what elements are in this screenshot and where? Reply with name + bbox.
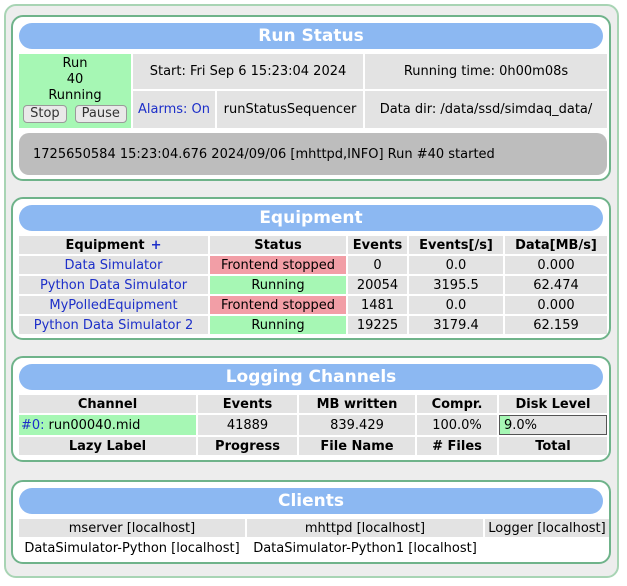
logging-title: Logging Channels: [19, 364, 603, 390]
equipment-header: Equipment +: [19, 236, 208, 254]
running-time: Running time: 0h00m08s: [365, 54, 607, 89]
equipment-data-rate: 62.159: [505, 316, 607, 334]
client-item: mserver [localhost]: [19, 519, 245, 537]
run-state-box: Run 40 Running Stop Pause: [19, 54, 131, 128]
equipment-rate: 0.0: [409, 256, 503, 274]
channel-mb-written: 839.429: [299, 415, 415, 435]
mb-written-header: MB written: [299, 395, 415, 413]
run-status-panel: Run Status Run 40 Running Stop Pause Sta…: [11, 15, 611, 181]
equipment-name[interactable]: Data Simulator: [19, 256, 208, 274]
run-state: Running: [48, 88, 102, 103]
equipment-status: Frontend stopped: [210, 296, 346, 314]
channel-file: run00040.mid: [48, 417, 141, 433]
equipment-panel: Equipment Equipment + Status Events Even…: [11, 197, 611, 340]
run-number: 40: [66, 72, 84, 87]
equipment-events: 20054: [348, 276, 407, 294]
equipment-data-rate: 0.000: [505, 256, 607, 274]
logging-panel: Logging Channels Channel Events MB writt…: [11, 356, 611, 462]
disk-level-header: Disk Level: [499, 395, 607, 413]
equipment-status: Running: [210, 316, 346, 334]
lazy-total-header: Total: [499, 437, 607, 455]
client-item: mhttpd [localhost]: [247, 519, 483, 537]
lazy-progress-header: Progress: [198, 437, 297, 455]
equipment-status: Running: [210, 276, 346, 294]
equipment-name[interactable]: Python Data Simulator: [19, 276, 208, 294]
equipment-name[interactable]: Python Data Simulator 2: [19, 316, 208, 334]
equipment-title: Equipment: [19, 205, 603, 231]
clients-title: Clients: [19, 488, 603, 514]
disk-level-bar: 9.0%: [499, 415, 607, 435]
equipment-events: 19225: [348, 316, 407, 334]
lazy-label-header: Lazy Label: [19, 437, 196, 455]
equipment-rate: 0.0: [409, 296, 503, 314]
clients-panel: Clients mserver [localhost] mhttpd [loca…: [11, 480, 611, 564]
compression-header: Compr.: [417, 395, 497, 413]
equipment-events: 0: [348, 256, 407, 274]
channel-compression: 100.0%: [417, 415, 497, 435]
data-dir: Data dir: /data/ssd/simdaq_data/: [365, 91, 607, 128]
equipment-data-rate: 0.000: [505, 296, 607, 314]
events-header: Events: [348, 236, 407, 254]
client-item: DataSimulator-Python [localhost]: [24, 540, 240, 556]
channel-events: 41889: [198, 415, 297, 435]
lazy-files-header: # Files: [417, 437, 497, 455]
client-item: Logger [localhost]: [485, 519, 609, 537]
status-header: Status: [210, 236, 346, 254]
rate-header: Events[/s]: [409, 236, 503, 254]
run-sequencer: runStatusSequencer: [217, 91, 363, 128]
disk-level-value: 9.0%: [504, 417, 538, 433]
stop-button[interactable]: Stop: [23, 105, 67, 123]
message-bar[interactable]: 1725650584 15:23:04.676 2024/09/06 [mhtt…: [19, 133, 607, 175]
run-status-title: Run Status: [19, 23, 603, 49]
equipment-events: 1481: [348, 296, 407, 314]
client-item: DataSimulator-Python1 [localhost]: [253, 540, 477, 556]
equipment-status: Frontend stopped: [210, 256, 346, 274]
start-time: Start: Fri Sep 6 15:23:04 2024: [133, 54, 363, 89]
pause-button[interactable]: Pause: [74, 105, 127, 123]
channel-cell: #0: run00040.mid: [19, 415, 196, 435]
add-equipment-button[interactable]: +: [151, 238, 162, 253]
equipment-data-rate: 62.474: [505, 276, 607, 294]
run-label: Run: [62, 56, 88, 71]
equipment-rate: 3179.4: [409, 316, 503, 334]
channel-link[interactable]: #0:: [21, 418, 45, 433]
equipment-rate: 3195.5: [409, 276, 503, 294]
equipment-name[interactable]: MyPolledEquipment: [19, 296, 208, 314]
log-events-header: Events: [198, 395, 297, 413]
data-rate-header: Data[MB/s]: [505, 236, 607, 254]
equipment-header-label: Equipment: [65, 237, 145, 253]
channel-header: Channel: [19, 395, 196, 413]
alarms-status[interactable]: Alarms: On: [133, 91, 215, 128]
lazy-file-name-header: File Name: [299, 437, 415, 455]
